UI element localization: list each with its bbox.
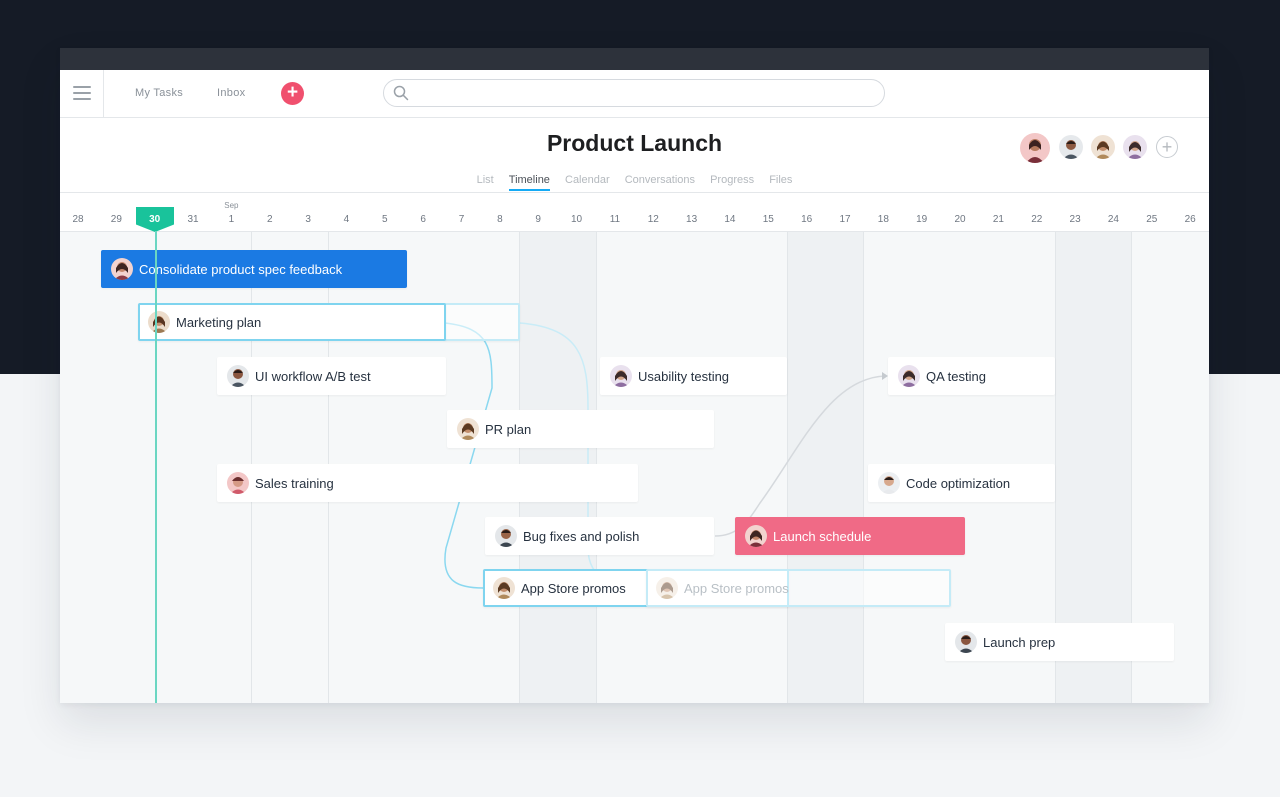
task-label: Marketing plan — [176, 315, 262, 330]
task-qa-testing[interactable]: QA testing — [888, 357, 1055, 395]
task-label: App Store promos — [521, 581, 626, 596]
task-launch-schedule[interactable]: Launch schedule — [735, 517, 965, 555]
assignee-avatar — [878, 472, 900, 494]
task-label: PR plan — [485, 422, 532, 437]
task-pr-plan[interactable]: PR plan — [447, 410, 714, 448]
task-launch-prep[interactable]: Launch prep — [945, 623, 1174, 661]
task-label: Bug fixes and polish — [523, 529, 640, 544]
task-label: QA testing — [926, 369, 986, 384]
assignee-avatar — [227, 365, 249, 387]
task-app-store-promos-ghost: App Store promos — [646, 569, 951, 607]
assignee-avatar — [955, 631, 977, 653]
assignee-avatar — [495, 525, 517, 547]
task-label: Launch prep — [983, 635, 1056, 650]
assignee-avatar — [656, 577, 678, 599]
task-label: App Store promos — [684, 581, 789, 596]
task-label: Launch schedule — [773, 529, 872, 544]
task-label: UI workflow A/B test — [255, 369, 371, 384]
timeline-day: 30 — [149, 214, 161, 225]
assignee-avatar — [610, 365, 632, 387]
assignee-avatar — [227, 472, 249, 494]
assignee-avatar — [493, 577, 515, 599]
task-marketing-plan-ghost — [444, 303, 520, 341]
assignee-avatar — [111, 258, 133, 280]
app-window: My Tasks Inbox + Product Launch List Tim… — [60, 48, 1209, 703]
task-sales-training[interactable]: Sales training — [217, 464, 638, 502]
today-line — [155, 231, 157, 703]
assignee-avatar — [745, 525, 767, 547]
assignee-avatar — [148, 311, 170, 333]
task-bug-fixes-and-polish[interactable]: Bug fixes and polish — [485, 517, 714, 555]
task-marketing-plan[interactable]: Marketing plan — [138, 303, 446, 341]
task-label: Usability testing — [638, 369, 730, 384]
task-code-optimization[interactable]: Code optimization — [868, 464, 1055, 502]
assignee-avatar — [457, 418, 479, 440]
task-label: Consolidate product spec feedback — [139, 262, 343, 277]
task-consolidate-product-spec-feedback[interactable]: Consolidate product spec feedback — [101, 250, 407, 288]
task-label: Sales training — [255, 476, 334, 491]
task-usability-testing[interactable]: Usability testing — [600, 357, 787, 395]
task-label: Code optimization — [906, 476, 1011, 491]
task-ui-workflow-ab-test[interactable]: UI workflow A/B test — [217, 357, 446, 395]
assignee-avatar — [898, 365, 920, 387]
